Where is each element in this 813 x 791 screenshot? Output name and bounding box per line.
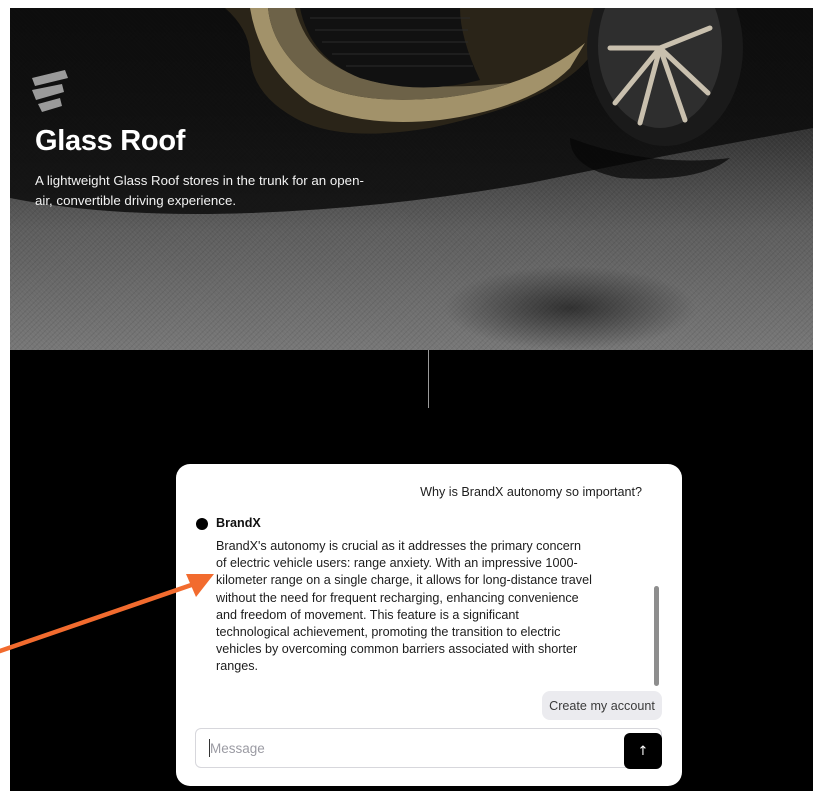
annotation-arrow-icon xyxy=(0,574,214,654)
